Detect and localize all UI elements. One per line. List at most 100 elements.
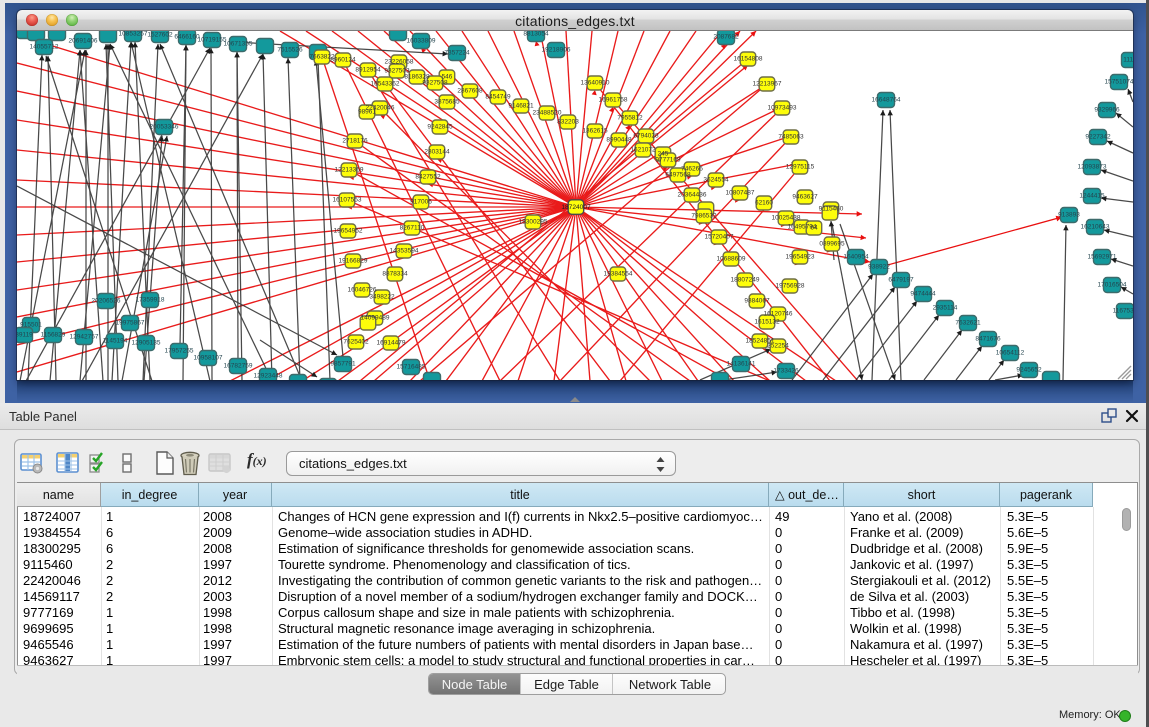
svg-text:8878334: 8878334 (382, 271, 408, 278)
svg-text:10973493: 10973493 (768, 105, 797, 112)
svg-text:20206526: 20206526 (92, 298, 121, 305)
svg-text:9857791: 9857791 (330, 361, 356, 368)
svg-text:10025438: 10025438 (772, 215, 801, 222)
svg-text:7515526: 7515526 (277, 47, 303, 54)
svg-text:2718176: 2718176 (342, 138, 368, 145)
svg-text:252254: 252254 (767, 343, 789, 350)
svg-text:12923448: 12923448 (254, 373, 283, 380)
svg-text:62160: 62160 (755, 200, 773, 207)
svg-text:10807487: 10807487 (726, 190, 755, 197)
svg-text:18300295: 18300295 (519, 219, 548, 226)
svg-text:19654923: 19654923 (786, 254, 815, 261)
svg-text:2935114: 2935114 (933, 305, 958, 312)
svg-text:19756928: 19756928 (776, 283, 805, 290)
svg-text:1362615: 1362615 (582, 128, 608, 135)
svg-text:7986532: 7986532 (691, 213, 717, 220)
svg-text:913893: 913893 (1058, 212, 1080, 219)
svg-text:10719155: 10719155 (198, 37, 227, 44)
svg-text:15720407: 15720407 (705, 234, 734, 241)
svg-text:14099489: 14099489 (361, 315, 390, 322)
svg-text:2867608: 2867608 (457, 88, 483, 95)
svg-text:1733426: 1733426 (773, 368, 799, 375)
svg-text:14136141: 14136141 (727, 361, 756, 368)
svg-text:9245652: 9245652 (1016, 367, 1042, 374)
svg-text:9329966: 9329966 (1094, 107, 1120, 114)
svg-text:9227342: 9227342 (1085, 134, 1111, 141)
svg-text:20691406: 20691406 (69, 38, 98, 45)
svg-text:17016504: 17016504 (1098, 282, 1127, 289)
svg-text:16046726: 16046726 (348, 287, 377, 294)
svg-text:10688609: 10688609 (717, 256, 746, 263)
svg-text:10853257: 10853257 (119, 31, 148, 38)
svg-text:12213967: 12213967 (753, 81, 782, 88)
svg-text:10671355: 10671355 (224, 41, 253, 48)
svg-text:2087682: 2087682 (713, 34, 739, 41)
svg-text:9474444: 9474444 (910, 291, 936, 298)
svg-text:938922: 938922 (868, 264, 890, 271)
svg-text:1112: 1112 (1123, 57, 1133, 64)
svg-text:23488520: 23488520 (533, 110, 562, 117)
svg-text:9884067: 9884067 (744, 298, 770, 305)
svg-text:8454749: 8454749 (485, 94, 511, 101)
svg-text:23226058: 23226058 (385, 59, 414, 66)
svg-text:20364436: 20364436 (678, 192, 707, 199)
svg-text:17359918: 17359918 (136, 297, 165, 304)
svg-text:8960124: 8960124 (330, 57, 356, 64)
svg-text:15751074: 15751074 (1105, 79, 1133, 86)
svg-text:7357224: 7357224 (444, 50, 470, 57)
svg-text:15716485: 15716485 (397, 364, 426, 371)
svg-text:7485063: 7485063 (778, 134, 804, 141)
svg-text:9777169: 9777169 (655, 157, 681, 164)
svg-text:9115460: 9115460 (819, 206, 844, 213)
svg-text:8912954: 8912954 (355, 67, 381, 74)
svg-text:6479197: 6479197 (888, 277, 914, 284)
svg-text:12975115: 12975115 (786, 164, 815, 171)
svg-text:8471676: 8471676 (975, 336, 1001, 343)
svg-text:18807249: 18807249 (731, 277, 760, 284)
svg-text:16648764: 16648764 (872, 97, 901, 104)
svg-text:1527602: 1527602 (147, 32, 173, 39)
svg-text:15692971: 15692971 (1088, 254, 1117, 261)
svg-text:17957255: 17957255 (165, 348, 194, 355)
svg-text:7955812: 7955812 (617, 115, 643, 122)
svg-text:7625402: 7625402 (343, 339, 369, 346)
svg-text:98961: 98961 (358, 109, 376, 116)
svg-text:3875685: 3875685 (434, 99, 460, 106)
svg-text:1167533: 1167533 (1113, 308, 1133, 315)
svg-text:8990448: 8990448 (606, 137, 632, 144)
svg-text:19384554: 19384554 (604, 271, 633, 278)
svg-text:6497568: 6497568 (665, 172, 691, 179)
svg-text:0899695: 0899695 (819, 241, 845, 248)
svg-text:9463627: 9463627 (792, 194, 818, 201)
svg-text:2803144: 2803144 (424, 149, 450, 156)
svg-text:39119: 39119 (17, 332, 33, 339)
svg-text:16543362: 16543362 (371, 81, 400, 88)
svg-text:12942757: 12942757 (70, 334, 99, 341)
svg-text:1244415: 1244415 (1079, 193, 1105, 200)
svg-text:14055712: 14055712 (30, 44, 59, 51)
svg-text:19654952: 19654952 (334, 228, 363, 235)
svg-text:19218906: 19218906 (542, 47, 571, 54)
svg-text:16033809: 16033809 (407, 38, 436, 45)
svg-text:12213369: 12213369 (335, 167, 364, 174)
svg-text:16107553: 16107553 (333, 197, 362, 204)
svg-text:1156829: 1156829 (41, 332, 66, 339)
svg-text:64: 64 (810, 225, 818, 232)
svg-text:10654112: 10654112 (996, 350, 1025, 357)
svg-text:18724007: 18724007 (561, 204, 591, 211)
svg-text:16154808: 16154808 (734, 56, 763, 63)
svg-text:16782759: 16782759 (224, 363, 253, 370)
svg-text:19975867: 19975867 (116, 320, 145, 327)
svg-text:8813054: 8813054 (523, 31, 549, 38)
svg-text:7632621: 7632621 (955, 320, 981, 327)
svg-text:3624554: 3624554 (703, 177, 729, 184)
svg-text:8267110: 8267110 (400, 225, 425, 232)
svg-text:6794028: 6794028 (633, 133, 659, 140)
svg-text:20053346: 20053346 (150, 124, 179, 131)
svg-text:1640954: 1640954 (843, 254, 869, 261)
svg-text:6466160: 6466160 (174, 34, 200, 41)
svg-text:9146821: 9146821 (508, 103, 534, 110)
svg-text:16120746: 16120746 (764, 311, 793, 318)
svg-text:1615132: 1615132 (754, 319, 780, 326)
svg-text:10958107: 10958107 (194, 355, 223, 362)
